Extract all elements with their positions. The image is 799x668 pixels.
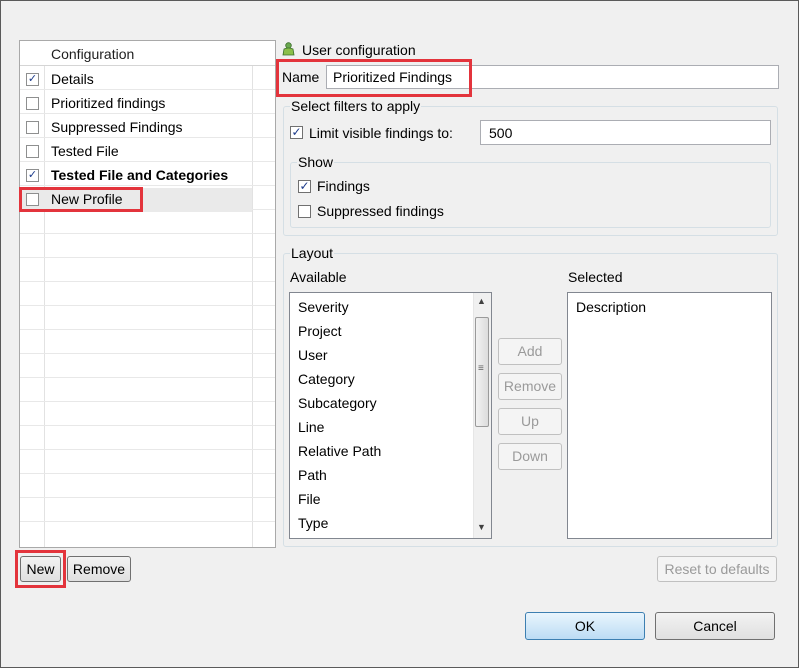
available-item[interactable]: Subcategory <box>298 395 377 411</box>
available-item[interactable]: Relative Path <box>298 443 381 459</box>
profile-checkbox[interactable]: ✓ <box>26 169 39 182</box>
available-item[interactable]: Category <box>298 371 355 387</box>
available-item[interactable]: Type <box>298 515 328 531</box>
limit-findings-input[interactable]: 500 <box>480 120 771 145</box>
profile-checkbox[interactable] <box>26 97 39 110</box>
limit-findings-value: 500 <box>489 125 513 141</box>
highlight-name-field <box>276 59 472 97</box>
scroll-down-arrow-icon[interactable]: ▼ <box>477 522 486 532</box>
profile-row-prioritized-findings[interactable]: Prioritized findings <box>20 92 252 116</box>
profile-checkbox[interactable]: ✓ <box>26 73 39 86</box>
user-icon <box>282 42 295 56</box>
scroll-up-arrow-icon[interactable]: ▲ <box>477 296 486 306</box>
configuration-table[interactable]: Configuration ✓ Details Prioritized find… <box>19 40 276 548</box>
ok-button[interactable]: OK <box>525 612 645 640</box>
selected-label: Selected <box>568 269 623 285</box>
profile-label: Tested File <box>51 143 119 159</box>
show-group-title: Show <box>297 154 335 170</box>
configuration-column-header: Configuration <box>20 41 275 66</box>
available-scrollbar[interactable]: ▲ ≡ ▼ <box>473 293 491 538</box>
available-list[interactable]: Severity Project User Category Subcatego… <box>289 292 492 539</box>
available-item[interactable]: Line <box>298 419 324 435</box>
reset-to-defaults-button[interactable]: Reset to defaults <box>657 556 777 582</box>
profile-label: Prioritized findings <box>51 95 166 111</box>
limit-findings-label: Limit visible findings to: <box>309 125 453 141</box>
findings-checkbox[interactable]: ✓ <box>298 180 311 193</box>
highlight-new-profile <box>19 187 143 212</box>
remove-button[interactable]: Remove <box>67 556 131 582</box>
limit-findings-checkbox[interactable]: ✓ <box>290 126 303 139</box>
up-button[interactable]: Up <box>498 408 562 435</box>
profile-label: Tested File and Categories <box>51 167 229 183</box>
suppressed-findings-checkbox[interactable] <box>298 205 311 218</box>
layout-group-title: Layout <box>290 245 335 261</box>
profile-checkbox[interactable] <box>26 145 39 158</box>
available-item[interactable]: Path <box>298 467 327 483</box>
profile-row-tested-file-and-categories[interactable]: ✓ Tested File and Categories <box>20 164 252 188</box>
available-item[interactable]: Project <box>298 323 342 339</box>
findings-label: Findings <box>317 178 370 194</box>
selected-list[interactable]: Description <box>567 292 772 539</box>
profile-row-tested-file[interactable]: Tested File <box>20 140 252 164</box>
profile-label: Details <box>51 71 94 87</box>
profile-row-details[interactable]: ✓ Details <box>20 68 252 92</box>
down-button[interactable]: Down <box>498 443 562 470</box>
remove-column-button[interactable]: Remove <box>498 373 562 400</box>
cancel-button[interactable]: Cancel <box>655 612 775 640</box>
profile-label: Suppressed Findings <box>51 119 183 135</box>
selected-item[interactable]: Description <box>576 299 646 315</box>
available-label: Available <box>290 269 347 285</box>
profile-row-suppressed-findings[interactable]: Suppressed Findings <box>20 116 252 140</box>
suppressed-findings-label: Suppressed findings <box>317 203 444 219</box>
scrollbar-thumb[interactable]: ≡ <box>475 317 489 427</box>
add-button[interactable]: Add <box>498 338 562 365</box>
available-item[interactable]: User <box>298 347 328 363</box>
configuration-header-label: Configuration <box>51 46 135 62</box>
available-item[interactable]: Severity <box>298 299 349 315</box>
user-configuration-title: User configuration <box>302 42 416 58</box>
grip-icon: ≡ <box>478 363 484 374</box>
available-item[interactable]: File <box>298 491 321 507</box>
highlight-new-button <box>15 550 66 588</box>
profile-checkbox[interactable] <box>26 121 39 134</box>
filters-group-title: Select filters to apply <box>290 98 422 114</box>
